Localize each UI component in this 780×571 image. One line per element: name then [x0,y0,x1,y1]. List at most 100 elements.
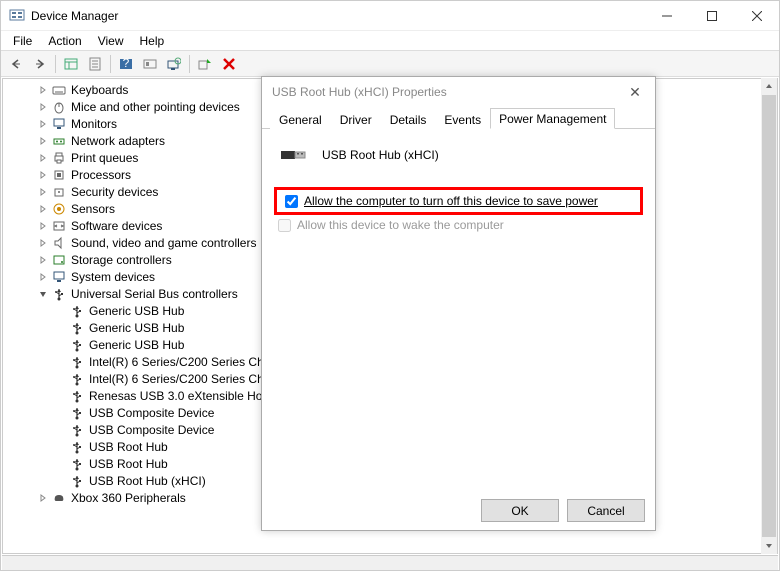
cpu-icon [51,167,67,183]
properties-dialog: USB Root Hub (xHCI) Properties ✕ General… [261,76,656,531]
dialog-title: USB Root Hub (xHCI) Properties [272,85,447,99]
expand-icon[interactable] [37,101,49,113]
allow-wake-row: Allow this device to wake the computer [274,217,643,233]
tree-item-label: System devices [71,270,155,284]
expand-icon[interactable] [37,152,49,164]
back-button[interactable] [5,53,27,75]
cancel-button[interactable]: Cancel [567,499,645,522]
expand-placeholder [55,305,67,317]
expand-icon[interactable] [37,135,49,147]
sensor-icon [51,201,67,217]
menu-view[interactable]: View [90,32,132,50]
tab-general[interactable]: General [270,109,331,129]
collapse-icon[interactable] [37,288,49,300]
tree-item-label: Keyboards [71,83,128,97]
menu-help[interactable]: Help [132,32,173,50]
tree-item-label: USB Root Hub [89,440,168,454]
expand-icon[interactable] [37,203,49,215]
allow-wake-label: Allow this device to wake the computer [297,218,504,232]
expand-icon[interactable] [37,237,49,249]
tree-item-label: Security devices [71,185,158,199]
security-icon [51,184,67,200]
toolbar-separator [189,55,190,73]
mouse-icon [51,99,67,115]
usb-icon [51,286,67,302]
tab-events[interactable]: Events [435,109,490,129]
tree-item-label: USB Composite Device [89,423,214,437]
scroll-down-button[interactable] [761,538,777,554]
expand-placeholder [55,441,67,453]
allow-turnoff-checkbox[interactable] [285,195,298,208]
tab-bar: General Driver Details Events Power Mana… [262,107,655,129]
usb-icon [69,303,85,319]
usb-icon [69,354,85,370]
expand-placeholder [55,407,67,419]
usb-icon [69,388,85,404]
toolbar-separator [55,55,56,73]
usb-icon [69,439,85,455]
menu-action[interactable]: Action [40,32,89,50]
tab-content: USB Root Hub (xHCI) Allow the computer t… [262,129,655,490]
controller-icon [51,490,67,506]
usb-plug-icon [280,139,312,171]
expand-icon[interactable] [37,492,49,504]
properties-button[interactable] [84,53,106,75]
maximize-button[interactable] [689,1,734,31]
expand-icon[interactable] [37,254,49,266]
tree-item-label: Generic USB Hub [89,338,184,352]
uninstall-device-button[interactable] [218,53,240,75]
usb-icon [69,337,85,353]
scroll-thumb[interactable] [762,95,776,537]
allow-wake-checkbox [278,219,291,232]
action-button[interactable] [139,53,161,75]
minimize-button[interactable] [644,1,689,31]
window-title: Device Manager [31,9,644,23]
expand-icon[interactable] [37,271,49,283]
expand-icon[interactable] [37,186,49,198]
tree-item-label: Universal Serial Bus controllers [71,287,238,301]
dialog-titlebar: USB Root Hub (xHCI) Properties ✕ [262,77,655,107]
scan-hardware-button[interactable] [163,53,185,75]
tab-power-management[interactable]: Power Management [490,108,615,129]
scrollbar[interactable] [761,78,777,554]
expand-icon[interactable] [37,118,49,130]
dialog-close-button[interactable]: ✕ [615,77,655,107]
expand-placeholder [55,475,67,487]
highlight-box: Allow the computer to turn off this devi… [274,187,643,215]
expand-icon[interactable] [37,169,49,181]
tree-item-label: USB Root Hub (xHCI) [89,474,206,488]
usb-icon [69,473,85,489]
expand-placeholder [55,390,67,402]
menu-file[interactable]: File [5,32,40,50]
tree-item-label: Xbox 360 Peripherals [71,491,186,505]
scroll-up-button[interactable] [761,78,777,94]
tab-details[interactable]: Details [381,109,436,129]
enable-device-button[interactable] [194,53,216,75]
help-button[interactable]: ? [115,53,137,75]
expand-placeholder [55,322,67,334]
device-name-label: USB Root Hub (xHCI) [322,148,439,162]
allow-turnoff-label: Allow the computer to turn off this devi… [304,194,598,208]
expand-icon[interactable] [37,220,49,232]
expand-icon[interactable] [37,84,49,96]
software-icon [51,218,67,234]
app-icon [9,8,25,24]
tree-item-label: Network adapters [71,134,165,148]
tree-item-label: Software devices [71,219,162,233]
usb-icon [69,405,85,421]
expand-placeholder [55,424,67,436]
ok-button[interactable]: OK [481,499,559,522]
expand-placeholder [55,373,67,385]
storage-icon [51,252,67,268]
tree-item-label: Sensors [71,202,115,216]
tree-item-label: Mice and other pointing devices [71,100,240,114]
tab-driver[interactable]: Driver [331,109,381,129]
show-hide-tree-button[interactable] [60,53,82,75]
tree-item-label: Print queues [71,151,138,165]
allow-turnoff-row[interactable]: Allow the computer to turn off this devi… [281,193,636,209]
close-button[interactable] [734,1,779,31]
sound-icon [51,235,67,251]
toolbar-separator [110,55,111,73]
tree-item-label: Monitors [71,117,117,131]
forward-button[interactable] [29,53,51,75]
